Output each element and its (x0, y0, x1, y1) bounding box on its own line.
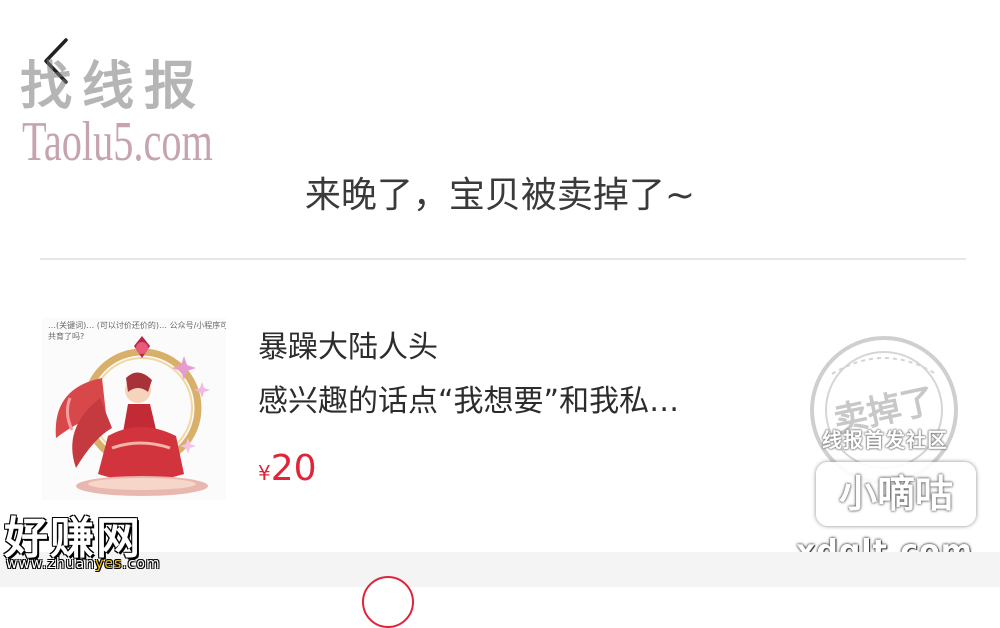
product-thumbnail[interactable]: …(关键词)… (可以讨价还价的)… 公众号/小程序可以讨价还价… 共育了吗? (42, 318, 226, 500)
url-part-highlight: yes (95, 556, 123, 572)
url-part-post: .com (122, 556, 161, 572)
product-title[interactable]: 暴躁大陆人头 (258, 322, 438, 366)
price-value: 20 (270, 448, 317, 489)
watermark-bottom-left-url: www.zhuanyes.com (6, 556, 161, 572)
watermark-top-left-en: Taolu5.com (22, 111, 213, 173)
watermark-top-left-cn: 找线报 (20, 57, 207, 117)
sold-out-message: 来晚了，宝贝被卖掉了~ (304, 175, 696, 216)
bottom-action-icon[interactable] (362, 576, 414, 628)
watermark-right-line: 线报首发社区 (822, 428, 948, 452)
price-currency: ¥ (258, 461, 271, 485)
product-price: ¥20 (258, 448, 317, 489)
watermark-right-box: 小嘀咕 (816, 462, 976, 526)
url-part-pre: www.zhuan (6, 556, 96, 572)
character-artwork-image (55, 336, 210, 496)
divider (40, 258, 966, 260)
product-description: 感兴趣的话点“我想要”和我私… (258, 384, 680, 419)
